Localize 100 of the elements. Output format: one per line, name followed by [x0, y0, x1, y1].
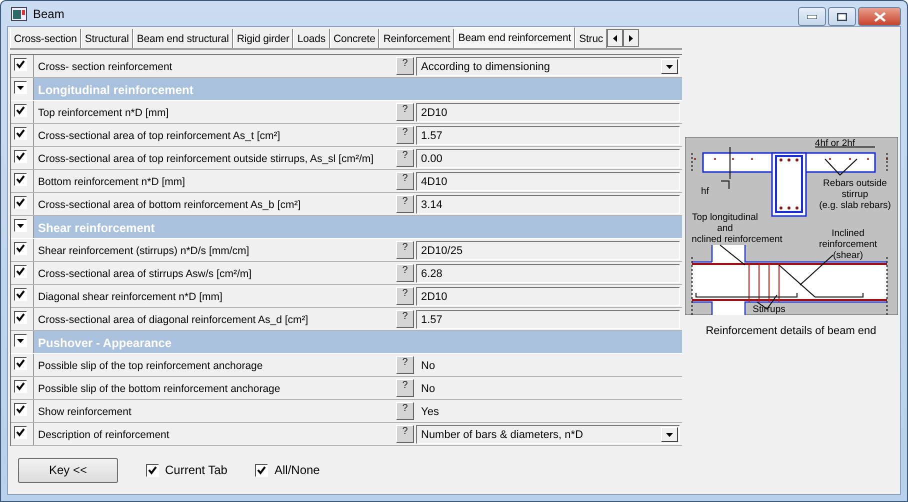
check-icon — [16, 175, 25, 184]
caret-icon — [17, 338, 24, 342]
help-button[interactable]: ? — [396, 379, 414, 397]
window-icon — [11, 6, 27, 20]
help-button[interactable]: ? — [396, 172, 414, 190]
diagram-label: Inclined — [831, 228, 864, 239]
help-button[interactable]: ? — [396, 264, 414, 282]
caret-icon — [666, 432, 673, 436]
value-field[interactable]: 1.57 — [416, 310, 680, 329]
maximize-icon — [837, 12, 847, 20]
left-icon — [613, 34, 618, 42]
check-icon — [257, 466, 266, 474]
diagram-caption: Reinforcement details of beam end — [706, 325, 876, 337]
maximize-button[interactable] — [828, 7, 856, 26]
check-icon — [16, 198, 25, 207]
help-button[interactable]: ? — [396, 126, 414, 144]
checkbox[interactable] — [14, 150, 27, 163]
value-field[interactable]: 6.28 — [416, 264, 680, 283]
help-button[interactable]: ? — [396, 310, 414, 328]
dropdown-button[interactable] — [661, 427, 678, 442]
diagram-label: (shear) — [832, 250, 863, 261]
property-label: Possible slip of the top reinforcement anchorage — [37, 359, 264, 374]
checkbox[interactable] — [14, 104, 27, 117]
value-field[interactable]: 2D10 — [416, 287, 680, 306]
check-icon — [16, 152, 25, 161]
tab[interactable]: Rigid girder — [232, 29, 294, 48]
help-button[interactable]: ? — [396, 425, 414, 443]
tab[interactable]: Concrete — [330, 29, 380, 48]
help-button[interactable]: ? — [396, 57, 414, 75]
tab[interactable]: Structural — [80, 29, 133, 48]
checkbox[interactable] — [255, 464, 268, 476]
collapse-toggle[interactable] — [14, 334, 27, 347]
check-icon — [16, 313, 25, 322]
close-button[interactable] — [858, 7, 901, 26]
diagram-label: (e.g. slab rebars) — [818, 200, 890, 211]
value-field[interactable]: 0.00 — [416, 149, 680, 168]
section-header: Shear reinforcement — [34, 216, 682, 238]
checkbox[interactable] — [14, 357, 27, 370]
check-icon — [16, 60, 25, 69]
checkbox[interactable] — [14, 265, 27, 278]
help-button[interactable]: ? — [396, 195, 414, 213]
collapse-toggle[interactable] — [14, 219, 27, 232]
scroll-left-button[interactable] — [607, 29, 624, 47]
checkbox[interactable] — [14, 196, 27, 209]
caret-icon — [666, 64, 673, 68]
value-field[interactable]: 1.57 — [416, 126, 680, 145]
dropdown[interactable]: Number of bars & diameters, n*D — [416, 425, 680, 444]
minimize-button[interactable] — [798, 7, 826, 26]
section-header: Pushover - Appearance — [34, 331, 682, 353]
right-icon — [629, 34, 634, 42]
value-field[interactable]: 2D10/25 — [416, 241, 680, 260]
checkbox[interactable] — [14, 58, 27, 71]
diagram-label: and — [716, 223, 732, 234]
check-icon — [16, 382, 25, 391]
tab[interactable]: Loads — [293, 29, 330, 48]
checkbox[interactable] — [14, 311, 27, 324]
scroll-right-button[interactable] — [623, 29, 640, 47]
help-button[interactable]: ? — [396, 241, 414, 259]
checkbox[interactable] — [14, 242, 27, 255]
caret-icon — [17, 86, 24, 90]
checkbox[interactable] — [14, 403, 27, 416]
property-label: Show reinforcement — [37, 405, 132, 420]
property-label: Cross-sectional area of stirrups Asw/s [cm²/m] — [37, 267, 253, 282]
value-field[interactable]: 4D10 — [416, 172, 680, 191]
checkbox[interactable] — [14, 127, 27, 140]
check-icon — [16, 405, 25, 414]
property-label: Shear reinforcement (stirrups) n*D/s [mm/cm] — [37, 244, 250, 259]
property-label: Diagonal shear reinforcement n*D [mm] — [37, 290, 224, 305]
property-label: Cross- section reinforcement — [37, 60, 174, 75]
tab[interactable]: Cross-section — [10, 29, 81, 48]
diagram-label: Stirrups — [752, 304, 785, 315]
checkbox[interactable] — [14, 380, 27, 393]
help-button[interactable]: ? — [396, 149, 414, 167]
property-label: Cross-sectional area of bottom reinforcement As_b [cm²] — [37, 198, 302, 213]
value-field[interactable]: 2D10 — [416, 103, 680, 122]
help-button[interactable]: ? — [396, 287, 414, 305]
check-icon — [16, 267, 25, 276]
checkbox[interactable] — [14, 173, 27, 186]
dropdown-button[interactable] — [661, 59, 678, 74]
value-field[interactable]: 3.14 — [416, 195, 680, 214]
section-header: Longitudinal reinforcement — [34, 78, 682, 100]
key-button[interactable]: Key << — [18, 458, 118, 482]
help-button[interactable]: ? — [396, 103, 414, 121]
checkbox[interactable] — [14, 288, 27, 301]
collapse-toggle[interactable] — [14, 81, 27, 94]
tab[interactable]: Struc — [575, 29, 608, 48]
help-button[interactable]: ? — [396, 402, 414, 420]
diagram-label: hf — [700, 186, 708, 197]
tab[interactable]: Beam end structural — [132, 29, 233, 48]
value-text: No — [420, 382, 436, 396]
option-label: Current Tab — [165, 463, 228, 477]
check-icon — [16, 428, 25, 437]
window-title: Beam — [33, 6, 64, 20]
dropdown[interactable]: According to dimensioning — [416, 57, 680, 76]
property-label: Cross-sectional area of top reinforcement As_t [cm²] — [37, 129, 282, 144]
help-button[interactable]: ? — [396, 356, 414, 374]
checkbox[interactable] — [14, 426, 27, 439]
tab[interactable]: Reinforcement — [379, 29, 454, 48]
checkbox[interactable] — [146, 464, 159, 476]
tab[interactable]: Beam end reinforcement — [454, 27, 576, 48]
